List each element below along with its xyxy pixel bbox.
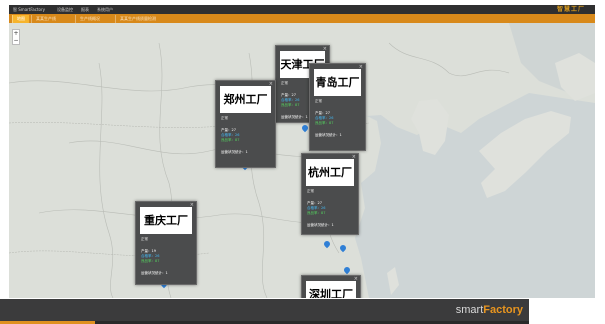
- factory-ops-stats[interactable]: 运营状况统计：1: [281, 115, 308, 120]
- app-window: 智 SmartFactory 设备监控 报表 系统用户 智慧工厂 地图 某某生产…: [9, 5, 595, 298]
- factory-name: 郑州工厂: [220, 86, 271, 113]
- factory-name: 青岛工厂: [314, 69, 361, 96]
- footer-bar: smartFactory: [0, 299, 529, 321]
- zoom-control: + −: [12, 29, 20, 45]
- top-menu-bar: 智 SmartFactory 设备监控 报表 系统用户 智慧工厂: [9, 5, 595, 14]
- zoom-in-button[interactable]: +: [13, 30, 19, 37]
- tab-production-line[interactable]: 某某生产线: [31, 15, 60, 23]
- factory-status: 正常: [141, 237, 148, 241]
- factory-popup-shenzhen[interactable]: × 深圳工厂: [301, 275, 361, 298]
- factory-name: 深圳工厂: [306, 281, 356, 298]
- factory-name: 重庆工厂: [140, 207, 192, 234]
- factory-yield: 良品率：87: [281, 103, 300, 107]
- map-view[interactable]: + − × 天津工厂 正常 产量：27 合格率：26 良品率：87 运营状况统计…: [9, 23, 595, 298]
- footer-brand: smartFactory: [455, 304, 523, 316]
- factory-ops-stats[interactable]: 运营状况统计：1: [307, 223, 334, 228]
- factory-status: 正常: [281, 81, 288, 85]
- zoom-out-button[interactable]: −: [13, 37, 19, 44]
- factory-yield: 良品率：87: [307, 211, 326, 215]
- factory-status: 正常: [221, 116, 228, 120]
- tab-line-overview[interactable]: 生产线概况: [75, 15, 104, 23]
- menu-item-device-monitor[interactable]: 设备监控: [57, 5, 73, 14]
- app-brand: 智 SmartFactory: [13, 7, 45, 12]
- menu-item-system-users[interactable]: 系统用户: [97, 5, 113, 14]
- factory-ops-stats[interactable]: 运营状况统计：1: [141, 271, 168, 276]
- tab-bar: 地图 某某生产线 生产线概况 某某生产线质量检测: [9, 14, 595, 23]
- factory-ops-stats[interactable]: 运营状况统计：1: [221, 150, 248, 155]
- tab-map[interactable]: 地图: [12, 15, 29, 23]
- tab-quality-inspection[interactable]: 某某生产线质量检测: [115, 15, 160, 23]
- factory-yield: 良品率：87: [141, 259, 160, 263]
- factory-ops-stats[interactable]: 运营状况统计：1: [315, 133, 342, 138]
- factory-name: 杭州工厂: [306, 159, 354, 186]
- menu-item-reports[interactable]: 报表: [81, 5, 89, 14]
- factory-status: 正常: [307, 189, 314, 193]
- factory-popup-hangzhou[interactable]: × 杭州工厂 正常 产量：27 合格率：26 良品率：87 运营状况统计：1: [301, 153, 359, 235]
- factory-popup-chongqing[interactable]: × 重庆工厂 正常 产量：19 合格率：26 良品率：87 运营状况统计：1: [135, 201, 197, 285]
- factory-status: 正常: [315, 99, 322, 103]
- factory-popup-qingdao[interactable]: × 青岛工厂 正常 产量：27 合格率：26 良品率：87 运营状况统计：1: [309, 63, 366, 151]
- brand-logo: 智慧工厂: [556, 6, 585, 13]
- factory-popup-zhengzhou[interactable]: × 郑州工厂 正常 产量：27 合格率：26 良品率：87 运营状况统计：1: [215, 80, 276, 168]
- factory-yield: 良品率：87: [221, 138, 240, 142]
- factory-yield: 良品率：87: [315, 121, 334, 125]
